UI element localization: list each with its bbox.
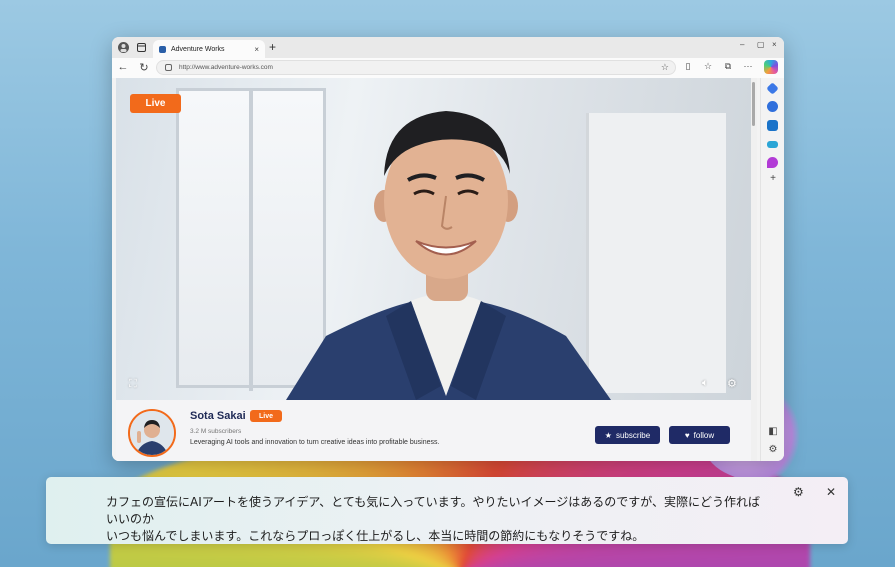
outlook-icon[interactable] [767,120,778,131]
tab-bar: Adventure Works × + – ▢ × [112,37,784,58]
collections-icon[interactable]: ⧉ [722,61,734,72]
send-icon[interactable] [767,141,778,148]
channel-info-bar: Sota Sakai Live 3.2 M subscribers Levera… [116,400,751,461]
sidebar-settings-icon[interactable]: ⚙ [767,444,779,455]
live-badge: Live [130,94,181,113]
site-favicon-icon [159,45,166,53]
sidebar-toggle-icon[interactable]: ◧ [767,426,779,437]
add-app-icon[interactable]: + [767,173,779,184]
tag-icon[interactable] [766,82,779,95]
settings-icon[interactable]: ⚙ [727,377,737,390]
caption-settings-icon[interactable]: ⚙ [793,485,804,499]
tab-close-icon[interactable]: × [254,45,259,54]
collections-app-icon[interactable] [767,101,778,112]
channel-name[interactable]: Sota Sakai [190,410,246,422]
designer-icon[interactable] [767,157,778,168]
profile-icon[interactable] [117,41,130,54]
live-caption-panel: カフェの宣伝にAIアートを使うアイデア、とても気に入っています。やりたいイメージ… [46,477,848,544]
channel-avatar[interactable] [128,409,176,457]
live-video-player[interactable]: Live ⛶ 🔈︎ ⚙ [116,78,751,400]
split-screen-icon[interactable]: ▯ [682,61,694,72]
channel-description: Leveraging AI tools and innovation to tu… [190,439,440,446]
channel-live-badge: Live [250,410,282,422]
scrollbar-thumb[interactable] [752,82,755,126]
window-close-icon[interactable]: × [772,40,777,49]
caption-line-2: いつも悩んでしまいます。これならプロっぽく仕上がるし、本当に時間の節約にもなりそ… [106,529,645,543]
star-icon: ★ [604,430,612,440]
minimize-icon[interactable]: – [740,40,744,49]
streamer-video-frame [286,111,611,400]
refresh-icon[interactable]: ↻ [137,61,151,74]
address-text: http://www.adventure-works.com [179,64,273,71]
fullscreen-icon[interactable]: ⛶ [129,378,137,391]
tab-actions-icon[interactable] [135,41,148,54]
browser-toolbar: ← ↻ http://www.adventure-works.com ☆ ▯ ☆… [112,58,784,78]
caption-line-1: カフェの宣伝にAIアートを使うアイデア、とても気に入っています。やりたいイメージ… [106,495,760,526]
subscriber-count: 3.2 M subscribers [190,428,242,435]
browser-window: Adventure Works × + – ▢ × ← ↻ http://www… [112,37,784,461]
more-menu-icon[interactable]: ··· [742,61,754,71]
page-scrollbar[interactable] [751,78,757,461]
copilot-icon[interactable] [764,60,778,74]
back-icon[interactable]: ← [116,61,130,73]
maximize-icon[interactable]: ▢ [757,40,765,49]
new-tab-icon[interactable]: + [269,40,276,54]
add-favorite-icon[interactable]: ☆ [661,62,669,73]
heart-icon: ♥ [684,430,690,440]
volume-icon[interactable]: 🔈︎ [702,377,709,390]
tab-adventure-works[interactable]: Adventure Works × [153,40,265,58]
site-info-icon[interactable] [165,64,172,71]
caption-close-icon[interactable]: ✕ [826,485,836,499]
address-bar[interactable]: http://www.adventure-works.com ☆ [156,60,676,75]
caption-text: カフェの宣伝にAIアートを使うアイデア、とても気に入っています。やりたいイメージ… [106,494,766,545]
browser-sidebar: + ◧ ⚙ [760,78,784,461]
subscribe-button[interactable]: ★ subscribe [595,426,660,444]
follow-button[interactable]: ♥ follow [669,426,730,444]
subscribe-label: subscribe [615,430,651,440]
follow-label: follow [693,430,715,440]
page-content: Live ⛶ 🔈︎ ⚙ Sota Sakai Live 3.2 M subscr… [116,78,751,461]
favorites-icon[interactable]: ☆ [702,61,714,72]
tab-title: Adventure Works [171,45,225,53]
